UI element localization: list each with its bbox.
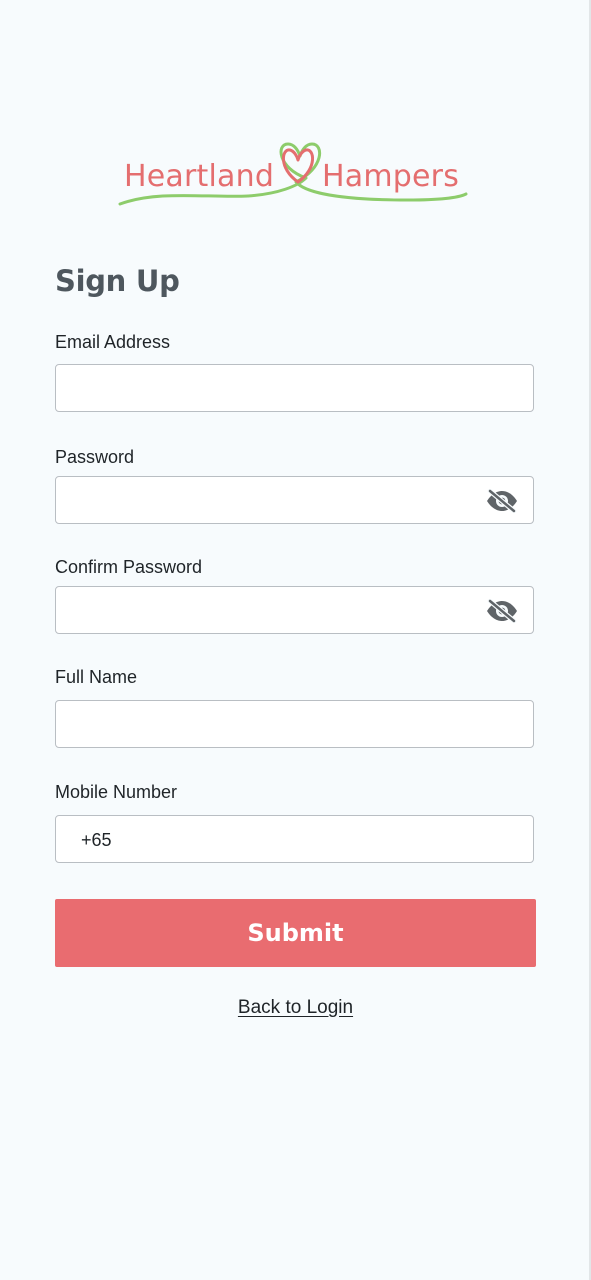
email-label: Email Address: [55, 332, 171, 352]
brand-logo: Heartland Hampers: [118, 138, 474, 214]
confirm-password-field-box: [55, 586, 534, 634]
brand-logo-graphic: Heartland Hampers: [118, 142, 468, 206]
brand-name-left: Heartland: [124, 159, 274, 194]
full-name-field-box: [55, 700, 534, 748]
password-label: Password: [55, 447, 135, 467]
confirm-password-input[interactable]: [56, 587, 533, 633]
eye-slash-icon[interactable]: [485, 488, 519, 514]
full-name-label: Full Name: [55, 667, 138, 687]
brand-name-right: Hampers: [322, 159, 459, 194]
mobile-number-field-box: +65: [55, 815, 534, 863]
email-input[interactable]: [56, 365, 533, 411]
mobile-number-label: Mobile Number: [55, 782, 178, 802]
country-code-prefix: +65: [81, 830, 112, 850]
confirm-password-label: Confirm Password: [55, 557, 203, 577]
password-input[interactable]: [56, 477, 533, 523]
email-field-box: [55, 364, 534, 412]
password-field-box: [55, 476, 534, 524]
page-title: Sign Up: [55, 264, 180, 298]
full-name-input[interactable]: [56, 701, 533, 747]
submit-button[interactable]: Submit: [55, 899, 536, 967]
eye-slash-icon[interactable]: [485, 598, 519, 624]
back-to-login-link[interactable]: Back to Login: [0, 997, 591, 1019]
mobile-number-input[interactable]: [56, 816, 533, 862]
